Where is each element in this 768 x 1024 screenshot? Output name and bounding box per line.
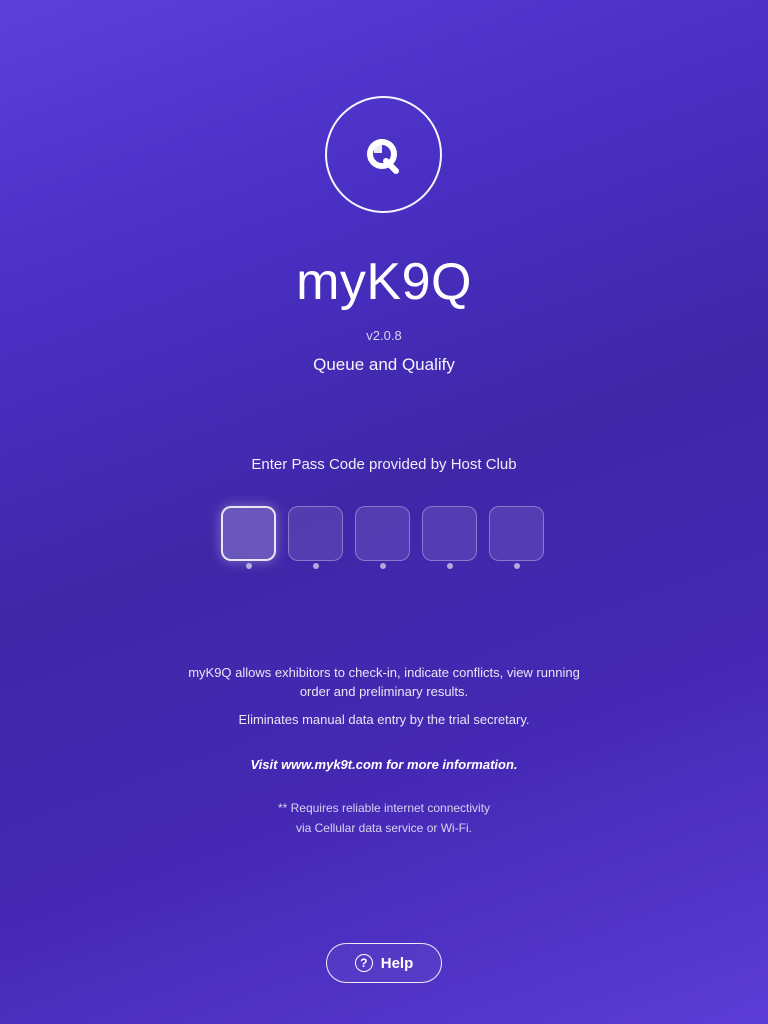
- passcode-digit-input[interactable]: [489, 506, 544, 561]
- passcode-slot-1: [221, 506, 276, 569]
- passcode-slot-5: [489, 506, 544, 569]
- passcode-slot-4: [422, 506, 477, 569]
- connectivity-note-line2: via Cellular data service or Wi-Fi.: [295, 821, 473, 835]
- question-circle-icon: ?: [354, 954, 373, 972]
- app-description: myK9Q allows exhibitors to check-in, ind…: [188, 665, 580, 699]
- passcode-digit-input[interactable]: [221, 506, 276, 561]
- app-tagline: Queue and Qualify: [313, 355, 455, 374]
- app-version: v2.0.8: [366, 328, 402, 343]
- passcode-digit-input[interactable]: [422, 506, 477, 561]
- app-title: myK9Q: [296, 253, 472, 311]
- passcode-slot-2: [288, 506, 343, 569]
- passcode-digit-input[interactable]: [288, 506, 343, 561]
- app-logo: [325, 96, 442, 213]
- app-benefit-text: Eliminates manual data entry by the tria…: [238, 712, 530, 727]
- passcode-dot-indicator: [447, 563, 453, 569]
- visit-website-text: Visit www.myk9t.com for more information…: [250, 757, 518, 772]
- passcode-dot-indicator: [313, 563, 319, 569]
- passcode-dot-indicator: [380, 563, 386, 569]
- passcode-digit-input[interactable]: [355, 506, 410, 561]
- passcode-dot-indicator: [514, 563, 520, 569]
- passcode-prompt: Enter Pass Code provided by Host Club: [251, 456, 517, 473]
- connectivity-note-line1: ** Requires reliable internet connectivi…: [277, 801, 491, 815]
- passcode-input-group: [221, 506, 544, 569]
- help-button-label: Help: [380, 954, 414, 972]
- connectivity-note: ** Requires reliable internet connectivi…: [0, 798, 768, 838]
- login-screen: myK9Q v2.0.8 Queue and Qualify Enter Pas…: [0, 0, 768, 1024]
- passcode-slot-3: [355, 506, 410, 569]
- passcode-dot-indicator: [246, 563, 252, 569]
- help-button[interactable]: ? Help: [326, 943, 442, 983]
- myk9q-q-logo-icon: [366, 138, 399, 174]
